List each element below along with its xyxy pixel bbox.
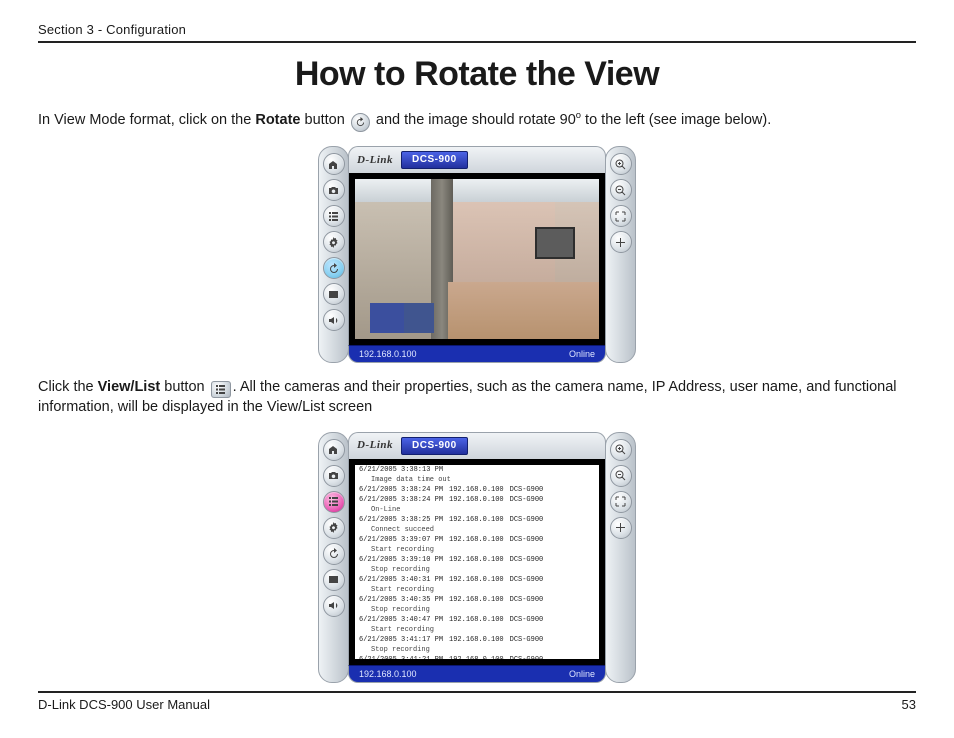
home-icon[interactable] <box>323 439 345 461</box>
zoom-fit-icon[interactable] <box>610 205 632 227</box>
brand-logo: D-Link <box>357 440 393 451</box>
event-log: 6/21/2005 3:38:13 PMImage data time out6… <box>355 465 599 659</box>
footer-rule <box>38 691 916 693</box>
view-list-icon[interactable] <box>323 491 345 513</box>
text: to the left (see image below). <box>581 111 771 127</box>
zoom-in-icon[interactable] <box>610 153 632 175</box>
text-bold: View/List <box>98 379 161 395</box>
status-ip: 192.168.0.100 <box>359 666 417 682</box>
log-row[interactable]: 6/21/2005 3:38:13 PM <box>355 465 599 475</box>
rotate-icon[interactable] <box>323 543 345 565</box>
footer-manual: D-Link DCS-900 User Manual <box>38 697 210 712</box>
log-row[interactable]: 6/21/2005 3:38:25 PM192.168.0.100DCS-G90… <box>355 515 599 525</box>
log-msg: Stop recording <box>355 565 599 575</box>
log-msg: On-Line <box>355 505 599 515</box>
config-icon[interactable] <box>323 231 345 253</box>
log-row[interactable]: 6/21/2005 3:40:47 PM192.168.0.100DCS-G90… <box>355 615 599 625</box>
model-chip: DCS-900 <box>401 437 468 455</box>
text: and the image should rotate 90 <box>376 111 576 127</box>
page-title: How to Rotate the View <box>38 55 916 94</box>
ipview-app-list: D-Link DCS-900 6/21/2005 3:38:13 PMImage… <box>318 432 636 683</box>
log-row[interactable]: 6/21/2005 3:39:07 PM192.168.0.100DCS-G90… <box>355 535 599 545</box>
log-row[interactable]: 6/21/2005 3:41:17 PM192.168.0.100DCS-G90… <box>355 635 599 645</box>
audio-icon[interactable] <box>323 595 345 617</box>
rotate-icon <box>351 113 370 132</box>
rotate-icon[interactable] <box>323 257 345 279</box>
paragraph-rotate: In View Mode format, click on the Rotate… <box>38 109 916 132</box>
status-ip: 192.168.0.100 <box>359 346 417 362</box>
text-bold: Rotate <box>255 111 300 127</box>
zoom-out-icon[interactable] <box>610 179 632 201</box>
paragraph-viewlist: Click the View/List button . All the cam… <box>38 378 916 418</box>
list-screen: 6/21/2005 3:38:13 PMImage data time out6… <box>348 459 606 665</box>
titlebar: D-Link DCS-900 <box>348 146 606 173</box>
section-header: Section 3 - Configuration <box>38 22 916 37</box>
right-toolbar <box>605 432 636 683</box>
text: In View Mode format, click on the <box>38 111 255 127</box>
camera-icon[interactable] <box>323 465 345 487</box>
camera-image <box>355 179 599 339</box>
header-rule <box>38 41 916 43</box>
titlebar: D-Link DCS-900 <box>348 432 606 459</box>
log-row[interactable]: 6/21/2005 3:40:31 PM192.168.0.100DCS-G90… <box>355 575 599 585</box>
status-text: Online <box>569 346 595 362</box>
log-row[interactable]: 6/21/2005 3:40:35 PM192.168.0.100DCS-G90… <box>355 595 599 605</box>
log-row[interactable]: 6/21/2005 3:38:24 PM192.168.0.100DCS-G90… <box>355 495 599 505</box>
log-msg: Image data time out <box>355 475 599 485</box>
zoom-out-icon[interactable] <box>610 465 632 487</box>
log-row[interactable]: 6/21/2005 3:38:24 PM192.168.0.100DCS-G90… <box>355 485 599 495</box>
log-msg: Stop recording <box>355 645 599 655</box>
status-bar: 192.168.0.100 Online <box>348 345 606 363</box>
text: Click the <box>38 379 98 395</box>
view-list-icon <box>211 381 231 398</box>
left-toolbar <box>318 146 349 363</box>
brand-logo: D-Link <box>357 155 393 166</box>
config-icon[interactable] <box>323 517 345 539</box>
model-chip: DCS-900 <box>401 151 468 169</box>
status-bar: 192.168.0.100 Online <box>348 665 606 683</box>
zoom-reset-icon[interactable] <box>610 231 632 253</box>
log-msg: Start recording <box>355 625 599 635</box>
log-row[interactable]: 6/21/2005 3:39:10 PM192.168.0.100DCS-G90… <box>355 555 599 565</box>
log-msg: Connect succeed <box>355 525 599 535</box>
home-icon[interactable] <box>323 153 345 175</box>
footer-page: 53 <box>902 697 916 712</box>
ipview-app: D-Link DCS-900 192.168.0.100 Online <box>318 146 636 363</box>
snapshot-icon[interactable] <box>323 283 345 305</box>
zoom-fit-icon[interactable] <box>610 491 632 513</box>
log-msg: Start recording <box>355 545 599 555</box>
zoom-reset-icon[interactable] <box>610 517 632 539</box>
log-msg: Stop recording <box>355 605 599 615</box>
snapshot-icon[interactable] <box>323 569 345 591</box>
camera-icon[interactable] <box>323 179 345 201</box>
zoom-in-icon[interactable] <box>610 439 632 461</box>
text: button <box>305 111 349 127</box>
audio-icon[interactable] <box>323 309 345 331</box>
status-text: Online <box>569 666 595 682</box>
view-list-icon[interactable] <box>323 205 345 227</box>
log-msg: Start recording <box>355 585 599 595</box>
video-screen <box>348 173 606 345</box>
text: button <box>164 379 208 395</box>
log-row[interactable]: 6/21/2005 3:41:21 PM192.168.0.100DCS-G90… <box>355 655 599 659</box>
left-toolbar <box>318 432 349 683</box>
right-toolbar <box>605 146 636 363</box>
